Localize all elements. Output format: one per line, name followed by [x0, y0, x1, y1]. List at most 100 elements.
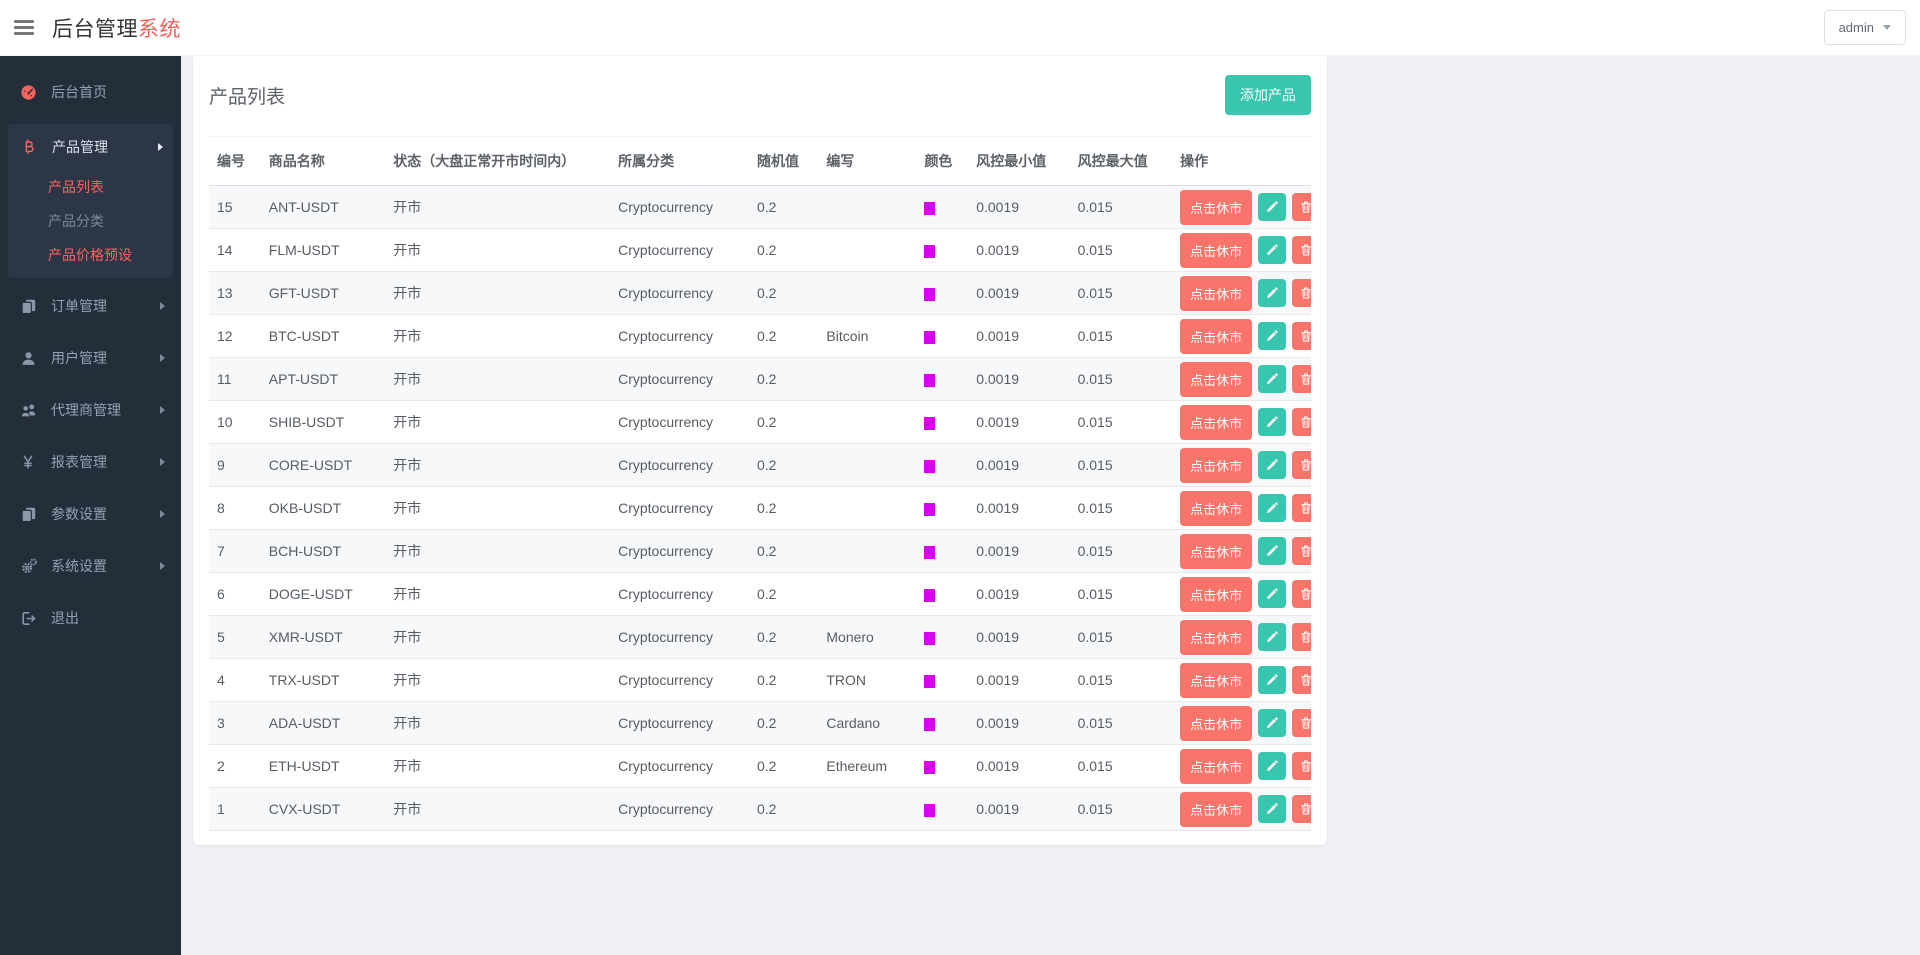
- delete-button[interactable]: [1292, 322, 1311, 350]
- cell-category: Cryptocurrency: [610, 272, 749, 315]
- sidebar-item[interactable]: 用户管理: [0, 332, 181, 384]
- toggle-market-button[interactable]: 点击休市: [1180, 491, 1252, 526]
- toggle-market-button[interactable]: 点击休市: [1180, 233, 1252, 268]
- add-product-button[interactable]: 添加产品: [1225, 75, 1311, 115]
- cell-risk-max: 0.015: [1070, 788, 1172, 831]
- sidebar-subitem[interactable]: 产品价格预设: [8, 238, 173, 272]
- column-header: 颜色: [916, 137, 968, 186]
- column-header: 状态（大盘正常开市时间内）: [385, 137, 610, 186]
- delete-button[interactable]: [1292, 709, 1311, 737]
- edit-button[interactable]: [1258, 795, 1286, 823]
- trash-icon: [1299, 587, 1311, 601]
- sidebar-group-header[interactable]: 产品管理: [8, 124, 173, 170]
- cell-operations: 点击休市: [1172, 229, 1311, 272]
- edit-button[interactable]: [1258, 623, 1286, 651]
- sidebar-item-label: 报表管理: [51, 452, 107, 472]
- edit-button[interactable]: [1258, 752, 1286, 780]
- edit-button[interactable]: [1258, 494, 1286, 522]
- cell-status: 开市: [385, 229, 610, 272]
- trash-icon: [1299, 372, 1311, 386]
- cell-operations: 点击休市: [1172, 272, 1311, 315]
- edit-button[interactable]: [1258, 236, 1286, 264]
- toggle-market-button[interactable]: 点击休市: [1180, 620, 1252, 655]
- sidebar-item[interactable]: 代理商管理: [0, 384, 181, 436]
- toggle-market-button[interactable]: 点击休市: [1180, 276, 1252, 311]
- cell-operations: 点击休市: [1172, 315, 1311, 358]
- delete-button[interactable]: [1292, 193, 1311, 221]
- cell-product-name: OKB-USDT: [261, 487, 386, 530]
- sidebar-subitem[interactable]: 产品列表: [8, 170, 173, 204]
- sidebar-item-label: 用户管理: [51, 348, 107, 368]
- cell-id: 1: [209, 788, 261, 831]
- toggle-market-button[interactable]: 点击休市: [1180, 362, 1252, 397]
- edit-button[interactable]: [1258, 666, 1286, 694]
- delete-button[interactable]: [1292, 666, 1311, 694]
- trash-icon: [1299, 200, 1311, 214]
- edit-button[interactable]: [1258, 279, 1286, 307]
- delete-button[interactable]: [1292, 494, 1311, 522]
- edit-button[interactable]: [1258, 451, 1286, 479]
- edit-button[interactable]: [1258, 709, 1286, 737]
- edit-button[interactable]: [1258, 537, 1286, 565]
- cell-abbr: [818, 358, 916, 401]
- sidebar-item[interactable]: 退出: [0, 592, 181, 644]
- sidebar-item-label: 退出: [51, 608, 79, 628]
- cell-category: Cryptocurrency: [610, 358, 749, 401]
- delete-button[interactable]: [1292, 623, 1311, 651]
- cell-id: 13: [209, 272, 261, 315]
- sidebar-item[interactable]: 报表管理: [0, 436, 181, 488]
- cell-risk-min: 0.0019: [968, 315, 1069, 358]
- cell-status: 开市: [385, 487, 610, 530]
- toggle-market-button[interactable]: 点击休市: [1180, 749, 1252, 784]
- toggle-market-button[interactable]: 点击休市: [1180, 190, 1252, 225]
- color-swatch: [924, 374, 935, 387]
- color-swatch: [924, 288, 935, 301]
- edit-button[interactable]: [1258, 408, 1286, 436]
- hamburger-menu-icon[interactable]: [14, 16, 36, 39]
- cell-operations: 点击休市: [1172, 745, 1311, 788]
- cell-color: [916, 788, 968, 831]
- toggle-market-button[interactable]: 点击休市: [1180, 448, 1252, 483]
- delete-button[interactable]: [1292, 236, 1311, 264]
- toggle-market-button[interactable]: 点击休市: [1180, 405, 1252, 440]
- cell-abbr: [818, 272, 916, 315]
- edit-button[interactable]: [1258, 365, 1286, 393]
- cell-risk-min: 0.0019: [968, 358, 1069, 401]
- toggle-market-button[interactable]: 点击休市: [1180, 534, 1252, 569]
- delete-button[interactable]: [1292, 451, 1311, 479]
- pencil-icon: [1265, 243, 1279, 257]
- color-swatch: [924, 331, 935, 344]
- toggle-market-button[interactable]: 点击休市: [1180, 706, 1252, 741]
- delete-button[interactable]: [1292, 537, 1311, 565]
- agents-icon: [20, 402, 40, 419]
- sidebar-item[interactable]: 后台首页: [0, 66, 181, 118]
- table-row: 13 GFT-USDT 开市 Cryptocurrency 0.2 0.0019…: [209, 272, 1311, 315]
- cell-color: [916, 315, 968, 358]
- delete-button[interactable]: [1292, 365, 1311, 393]
- delete-button[interactable]: [1292, 752, 1311, 780]
- edit-button[interactable]: [1258, 580, 1286, 608]
- cell-risk-min: 0.0019: [968, 745, 1069, 788]
- toggle-market-button[interactable]: 点击休市: [1180, 663, 1252, 698]
- cell-risk-max: 0.015: [1070, 358, 1172, 401]
- user-dropdown[interactable]: admin: [1824, 10, 1906, 45]
- delete-button[interactable]: [1292, 279, 1311, 307]
- toggle-market-button[interactable]: 点击休市: [1180, 577, 1252, 612]
- toggle-market-button[interactable]: 点击休市: [1180, 792, 1252, 827]
- delete-button[interactable]: [1292, 408, 1311, 436]
- edit-button[interactable]: [1258, 193, 1286, 221]
- sidebar-item[interactable]: 订单管理: [0, 280, 181, 332]
- cell-category: Cryptocurrency: [610, 444, 749, 487]
- delete-button[interactable]: [1292, 795, 1311, 823]
- delete-button[interactable]: [1292, 580, 1311, 608]
- sidebar-item[interactable]: 系统设置: [0, 540, 181, 592]
- toggle-market-button[interactable]: 点击休市: [1180, 319, 1252, 354]
- pencil-icon: [1265, 415, 1279, 429]
- sidebar-item[interactable]: 参数设置: [0, 488, 181, 540]
- edit-button[interactable]: [1258, 322, 1286, 350]
- table-row: 8 OKB-USDT 开市 Cryptocurrency 0.2 0.0019 …: [209, 487, 1311, 530]
- cell-color: [916, 745, 968, 788]
- sidebar-subitem[interactable]: 产品分类: [8, 204, 173, 238]
- cell-category: Cryptocurrency: [610, 315, 749, 358]
- files-icon: [20, 298, 40, 315]
